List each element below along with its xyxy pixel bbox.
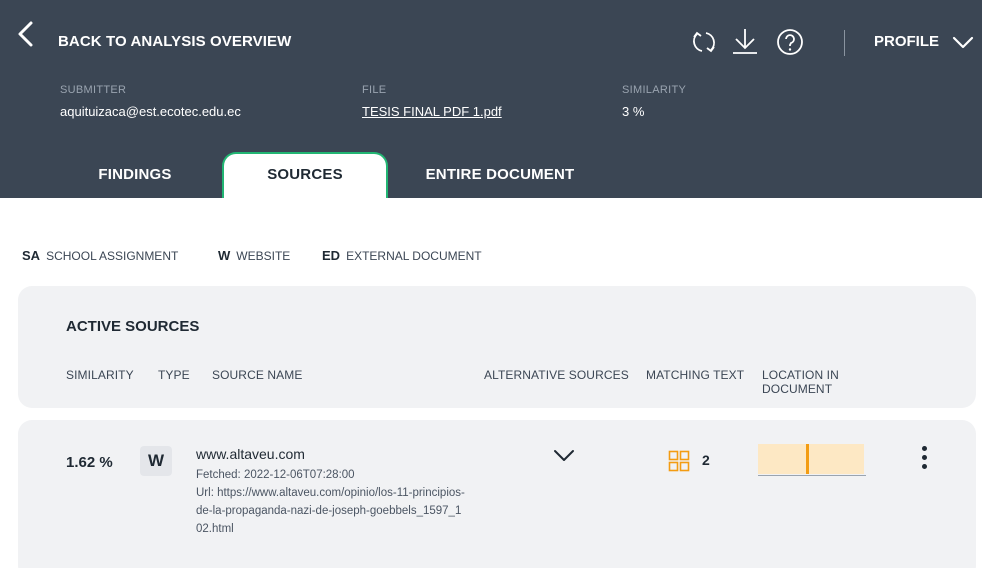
- column-header-matching-text: MATCHING TEXT: [646, 368, 745, 382]
- submitter-value: aquituizaca@est.ecotec.edu.ec: [60, 104, 241, 119]
- column-header-alternative-sources: ALTERNATIVE SOURCES: [484, 368, 629, 382]
- legend-label: WEBSITE: [236, 249, 291, 263]
- column-header-similarity: SIMILARITY: [66, 368, 134, 382]
- column-header-source-name: SOURCE NAME: [212, 368, 303, 382]
- file-label: FILE: [362, 84, 387, 96]
- column-header-type: TYPE: [158, 368, 190, 382]
- location-in-document-bar[interactable]: [758, 444, 864, 474]
- alternative-sources-chevron-down-icon[interactable]: [552, 448, 576, 464]
- tab-entire-document[interactable]: ENTIRE DOCUMENT: [400, 152, 600, 198]
- legend-abbr: SA: [22, 248, 41, 263]
- active-sources-header: ACTIVE SOURCES SIMILARITY TYPE SOURCE NA…: [18, 286, 976, 408]
- chevron-left-icon[interactable]: [14, 20, 38, 48]
- similarity-value: 3 %: [622, 104, 645, 119]
- legend-item-school-assignment: SA SCHOOL ASSIGNMENT: [22, 248, 178, 263]
- tab-sources[interactable]: SOURCES: [222, 152, 388, 198]
- legend-item-website: W WEBSITE: [218, 248, 290, 263]
- source-similarity: 1.62 %: [66, 454, 113, 471]
- back-to-overview-link[interactable]: BACK TO ANALYSIS OVERVIEW: [58, 33, 291, 50]
- source-row[interactable]: 1.62 % W www.altaveu.com Fetched: 2022-1…: [18, 420, 976, 568]
- source-details: Fetched: 2022-12-06T07:28:00 Url: https:…: [196, 466, 466, 538]
- source-name: www.altaveu.com: [196, 446, 305, 462]
- location-bar-baseline: [758, 475, 866, 476]
- matching-text-count: 2: [702, 452, 710, 468]
- report-header: BACK TO ANALYSIS OVERVIEW PROFILE SUBMIT…: [0, 0, 982, 198]
- legend-label: SCHOOL ASSIGNMENT: [46, 249, 179, 263]
- matching-text-grid-icon[interactable]: [668, 450, 690, 472]
- active-sources-title: ACTIVE SOURCES: [66, 318, 200, 335]
- similarity-label: SIMILARITY: [622, 84, 687, 96]
- legend-abbr: ED: [322, 248, 341, 263]
- source-type-badge: W: [140, 446, 172, 476]
- profile-menu-label[interactable]: PROFILE: [874, 33, 939, 50]
- source-fetched: Fetched: 2022-12-06T07:28:00: [196, 469, 355, 481]
- source-url: Url: https://www.altaveu.com/opinio/los-…: [196, 487, 465, 535]
- download-icon[interactable]: [730, 26, 760, 56]
- submitter-label: SUBMITTER: [60, 84, 127, 96]
- refresh-icon[interactable]: [690, 28, 718, 56]
- file-link[interactable]: TESIS FINAL PDF 1.pdf: [362, 104, 502, 119]
- toolbar-divider: [844, 30, 845, 56]
- more-options-icon[interactable]: [918, 446, 932, 470]
- chevron-down-icon[interactable]: [952, 36, 974, 50]
- location-marker: [806, 444, 809, 474]
- legend-abbr: W: [218, 248, 231, 263]
- help-icon[interactable]: [776, 28, 804, 56]
- tab-findings[interactable]: FINDINGS: [60, 152, 210, 198]
- legend-label: EXTERNAL DOCUMENT: [346, 249, 482, 263]
- legend-item-external-document: ED EXTERNAL DOCUMENT: [322, 248, 482, 263]
- top-bar: BACK TO ANALYSIS OVERVIEW PROFILE: [0, 8, 982, 60]
- column-header-location: LOCATION IN DOCUMENT: [762, 368, 839, 396]
